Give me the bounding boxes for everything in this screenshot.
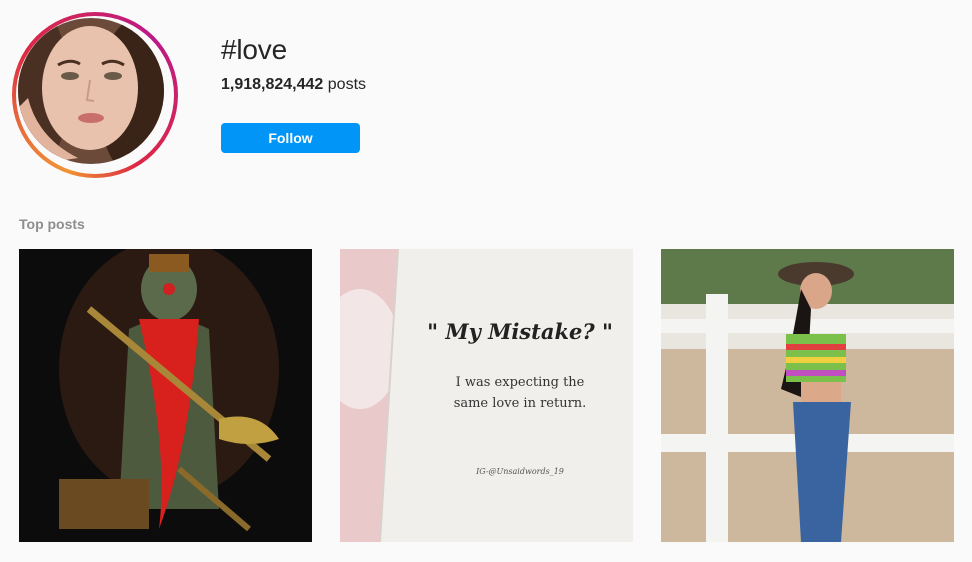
- hashtag-avatar[interactable]: [12, 12, 178, 178]
- avatar-portrait: [18, 18, 164, 164]
- post-count-number: 1,918,824,442: [221, 76, 324, 93]
- quote-body-line-1: I was expecting the: [455, 375, 585, 390]
- quote-body: I was expecting the same love in return.: [420, 372, 620, 414]
- top-post-1[interactable]: [19, 249, 312, 542]
- top-post-2[interactable]: " My Mistake? " I was expecting the same …: [340, 249, 633, 542]
- top-post-3-image: [661, 249, 954, 542]
- post-count: 1,918,824,442 posts: [221, 75, 366, 95]
- post-count-suffix: posts: [323, 76, 367, 93]
- quote-credit: IG-@Unsaidwords_19: [476, 467, 564, 476]
- quote-title: " My Mistake? ": [427, 319, 613, 344]
- follow-button[interactable]: Follow: [221, 123, 360, 153]
- avatar-image: [18, 18, 164, 164]
- top-post-3[interactable]: [661, 249, 954, 542]
- hashtag-title: #love: [221, 34, 287, 65]
- quote-body-line-2: same love in return.: [453, 396, 587, 411]
- top-posts-heading: Top posts: [19, 216, 85, 232]
- top-post-1-image: [19, 249, 312, 542]
